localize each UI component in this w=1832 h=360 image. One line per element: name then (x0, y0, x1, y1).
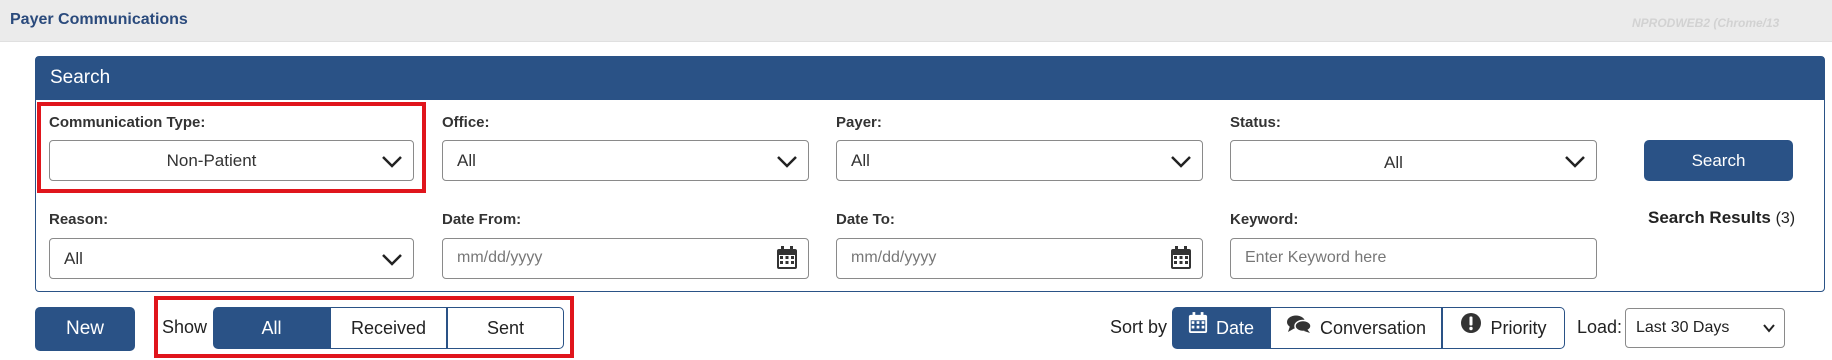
page-title: Payer Communications (10, 11, 188, 28)
payer-select[interactable]: All (836, 140, 1203, 181)
search-panel-title: Search (50, 67, 111, 88)
chevron-down-icon (381, 249, 403, 274)
date-from-input[interactable]: mm/dd/yyyy (442, 238, 809, 279)
communication-type-highlight (37, 102, 426, 193)
reason-select[interactable]: All (49, 238, 414, 279)
chevron-down-icon (1564, 151, 1586, 176)
calendar-icon[interactable] (776, 246, 798, 275)
search-results-label: Search Results (1648, 208, 1771, 227)
show-filter-highlight (154, 296, 574, 358)
load-range-value: Last 30 Days (1636, 319, 1730, 336)
search-results-count: (3) (1775, 210, 1796, 227)
search-panel-header: Search (36, 57, 1824, 100)
date-from-placeholder: mm/dd/yyyy (457, 249, 543, 266)
date-to-label: Date To: (836, 211, 895, 228)
date-to-placeholder: mm/dd/yyyy (851, 249, 937, 266)
environment-label: NPRODWEB2 (Chrome/13 (1632, 16, 1780, 30)
office-select[interactable]: All (442, 140, 809, 181)
status-label: Status: (1230, 114, 1281, 131)
search-button[interactable]: Search (1644, 140, 1793, 181)
status-value: All (1384, 153, 1403, 172)
exclamation-circle-icon (1460, 308, 1482, 348)
chevron-down-icon (1170, 151, 1192, 176)
load-label: Load: (1577, 317, 1623, 337)
sort-conversation-label: Conversation (1319, 318, 1427, 338)
keyword-placeholder: Enter Keyword here (1245, 249, 1387, 266)
reason-label: Reason: (49, 211, 109, 228)
status-select[interactable]: All (1230, 140, 1597, 181)
search-results-summary: Search Results (3) (1648, 208, 1795, 228)
calendar-icon (1188, 308, 1208, 348)
calendar-icon[interactable] (1170, 246, 1192, 275)
date-to-input[interactable]: mm/dd/yyyy (836, 238, 1203, 279)
reason-value: All (64, 249, 83, 268)
date-from-label: Date From: (442, 211, 522, 228)
comments-icon (1286, 308, 1312, 348)
new-button[interactable]: New (35, 307, 135, 351)
sort-priority-label: Priority (1490, 318, 1547, 338)
sort-date-button[interactable]: Date (1172, 307, 1270, 349)
sort-conversation-button[interactable]: Conversation (1270, 307, 1442, 349)
keyword-label: Keyword: (1230, 211, 1299, 228)
chevron-down-icon (1762, 321, 1776, 340)
keyword-input[interactable]: Enter Keyword here (1230, 238, 1597, 279)
sort-by-label: Sort by (1110, 317, 1168, 337)
chevron-down-icon (776, 151, 798, 176)
office-label: Office: (442, 114, 490, 131)
title-bar: Payer Communications NPRODWEB2 (Chrome/1… (0, 0, 1832, 42)
office-value: All (457, 151, 476, 170)
sort-priority-button[interactable]: Priority (1442, 307, 1565, 349)
payer-value: All (851, 151, 870, 170)
payer-label: Payer: (836, 114, 882, 131)
load-range-select[interactable]: Last 30 Days (1625, 308, 1785, 348)
sort-date-label: Date (1215, 318, 1255, 338)
